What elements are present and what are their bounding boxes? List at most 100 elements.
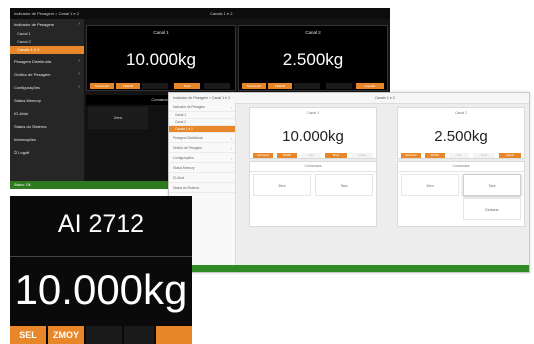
chevron-right-icon: ›: [78, 71, 80, 77]
dark-sidebar-label: Canais 1 e 2: [17, 47, 40, 52]
weight-value: 10.000kg: [282, 128, 344, 145]
channel-title: Canal 1: [153, 30, 169, 35]
light-sidebar-label: Configurações: [173, 156, 194, 160]
dark-sidebar-label: Configurações: [14, 85, 40, 90]
chevron-right-icon: ›: [230, 136, 232, 141]
dark-sidebar-item-canal1[interactable]: Canal 1: [10, 30, 84, 38]
zero-button[interactable]: ZERAR: [116, 83, 140, 89]
light-sidebar-label: Pesagem Distribuída: [173, 136, 203, 140]
zero-command-button[interactable]: Zero: [253, 174, 311, 196]
weight-value: 10.000kg: [126, 50, 196, 69]
light-window-title: Canais 1 e 2: [375, 96, 395, 100]
chevron-right-icon: ›: [78, 21, 80, 27]
light-breadcrumb: Indicador de Pesagem > Canal 1 e 2: [173, 96, 230, 100]
action-button[interactable]: [156, 326, 192, 344]
dark-sidebar-item-config[interactable]: Configurações ›: [10, 82, 84, 93]
light-app-window: Indicador de Pesagem > Canal 1 e 2 Canai…: [168, 92, 530, 273]
chevron-right-icon: ›: [230, 105, 232, 110]
light-sidebar-label: Canal 1: [175, 113, 186, 117]
light-sidebar-item-memory[interactable]: Status Memory: [169, 164, 235, 173]
light-channel1-panel: Canal 1 10.000kg Selecionar ZERAR Tara B…: [249, 107, 377, 159]
disabled-button[interactable]: [86, 326, 122, 344]
chevron-right-icon: ›: [230, 146, 232, 151]
disabled-button[interactable]: [326, 83, 352, 89]
dark-breadcrumb: Indicador de Pesagem > Canal 1 e 2: [14, 11, 80, 16]
light-sidebar-item-indicador[interactable]: Indicador de Pesagem ›: [169, 103, 235, 112]
disabled-button[interactable]: [204, 83, 230, 89]
select-button[interactable]: Selecionar: [242, 83, 266, 89]
untare-command-button[interactable]: Destarar: [463, 198, 521, 220]
dark-sidebar-label: Pesagem Distribuída: [14, 59, 52, 64]
dark-sidebar-label: Canal 1: [17, 31, 31, 36]
zmoy-button[interactable]: ZMOY: [48, 326, 84, 344]
light-sidebar-label: Canais 1 e 2: [175, 127, 193, 131]
select-button[interactable]: SEL: [10, 326, 46, 344]
dark-sidebar-item-canal2[interactable]: Canal 2: [10, 38, 84, 46]
tare-button[interactable]: Tarar: [174, 83, 200, 89]
chevron-right-icon: ›: [78, 58, 80, 64]
dark-sidebar-item-grafico[interactable]: Gráfico de Pesagem ›: [10, 69, 84, 80]
dark-sidebar-label: Informações: [14, 137, 37, 142]
status-text: Status: OK: [14, 183, 31, 187]
light-sidebar-item-grafico[interactable]: Gráfico de Pesagem ›: [169, 144, 235, 153]
gross-button[interactable]: Bruto: [473, 153, 495, 158]
dark-sidebar-item-logoff[interactable]: ⏻ Logoff: [10, 147, 84, 158]
light-sidebar-label: Canal 2: [175, 120, 186, 124]
light-sidebar-label: Gráfico de Pesagem: [173, 146, 203, 150]
light-channel2-panel: Canal 2 2.500kg Selecionar ZERAR Tara Br…: [397, 107, 525, 159]
chevron-right-icon: ›: [78, 84, 80, 90]
divider: [10, 256, 192, 257]
light-sidebar-item-canal2[interactable]: Canal 2: [169, 119, 235, 126]
light-sidebar-item-config[interactable]: Configurações ›: [169, 154, 235, 163]
select-button[interactable]: Selecionar: [90, 83, 114, 89]
disabled-button[interactable]: [294, 83, 320, 89]
channel-title: Canal 1: [306, 111, 320, 115]
dark-sidebar-item-indicador[interactable]: Indicador de Pesagem ›: [10, 19, 84, 30]
dark-channel1-panel: Canal 1 10.000kg Selecionar ZERAR Tarar: [86, 25, 236, 91]
zero-button[interactable]: ZERAR: [277, 153, 297, 158]
chevron-right-icon: ›: [230, 156, 232, 161]
zero-button[interactable]: ZERAR: [425, 153, 445, 158]
select-button[interactable]: Selecionar: [401, 153, 421, 158]
dark-titlebar: Indicador de Pesagem > Canal 1 e 2 Canai…: [10, 8, 390, 19]
dark-zero-button[interactable]: Zero: [88, 107, 148, 129]
tare-command-button[interactable]: Tara: [315, 174, 373, 196]
light-sidebar-label: Status do Sistema: [173, 186, 199, 190]
device-name: AI 2712: [57, 210, 145, 238]
tare-button[interactable]: Tara: [449, 153, 469, 158]
light-sidebar-item-distribuida[interactable]: Pesagem Distribuída ›: [169, 134, 235, 143]
dark-sidebar-item-memory[interactable]: Status Memory: [10, 95, 84, 106]
disabled-button[interactable]: [142, 83, 168, 89]
dark-sidebar-item-canais[interactable]: Canais 1 e 2: [10, 46, 84, 54]
tare-command-button[interactable]: Tara: [463, 174, 521, 196]
zero-command-button[interactable]: Zero: [401, 174, 459, 196]
dark-sidebar-label: IO-Aisle: [14, 111, 29, 116]
dark-sidebar-label: Indicador de Pesagem: [14, 22, 55, 27]
dark-sidebar-item-distribuida[interactable]: Pesagem Distribuída ›: [10, 56, 84, 67]
light-status-bar: [169, 265, 529, 272]
dark-sidebar-item-status[interactable]: Status do Sistema: [10, 121, 84, 132]
disabled-button[interactable]: [124, 326, 154, 344]
dark-sidebar-item-info[interactable]: Informações: [10, 134, 84, 145]
light-sidebar-item-status[interactable]: Status do Sistema: [169, 184, 235, 193]
light-sidebar-label: Indicador de Pesagem: [173, 105, 205, 109]
tare-button[interactable]: Tara: [301, 153, 321, 158]
gross-button[interactable]: Bruto: [325, 153, 347, 158]
select-button[interactable]: Selecionar: [253, 153, 273, 158]
dark-sidebar: Indicador de Pesagem › Canal 1 Canal 2 C…: [10, 19, 84, 181]
light-commands-right: Comandos Zero Tara Destarar: [397, 161, 525, 227]
channel-title: Canal 2: [454, 111, 468, 115]
net-button[interactable]: Liquido: [351, 153, 373, 158]
dark-sidebar-label: Gráfico de Pesagem: [14, 72, 51, 77]
light-sidebar-item-canal1[interactable]: Canal 1: [169, 112, 235, 119]
channel-title: Canal 2: [305, 30, 321, 35]
light-sidebar-item-io[interactable]: IO-Aisle: [169, 174, 235, 183]
dark-sidebar-label: Logoff: [18, 150, 30, 155]
light-sidebar-item-canais[interactable]: Canais 1 e 2: [169, 126, 235, 133]
net-button[interactable]: Liquido: [499, 153, 521, 158]
dark-sidebar-item-io[interactable]: IO-Aisle: [10, 108, 84, 119]
liquid-button[interactable]: Liquidar: [356, 83, 384, 89]
dark-window-title: Canais 1 e 2: [210, 11, 233, 16]
zero-button[interactable]: ZERAR: [268, 83, 292, 89]
light-sidebar-label: IO-Aisle: [173, 176, 185, 180]
